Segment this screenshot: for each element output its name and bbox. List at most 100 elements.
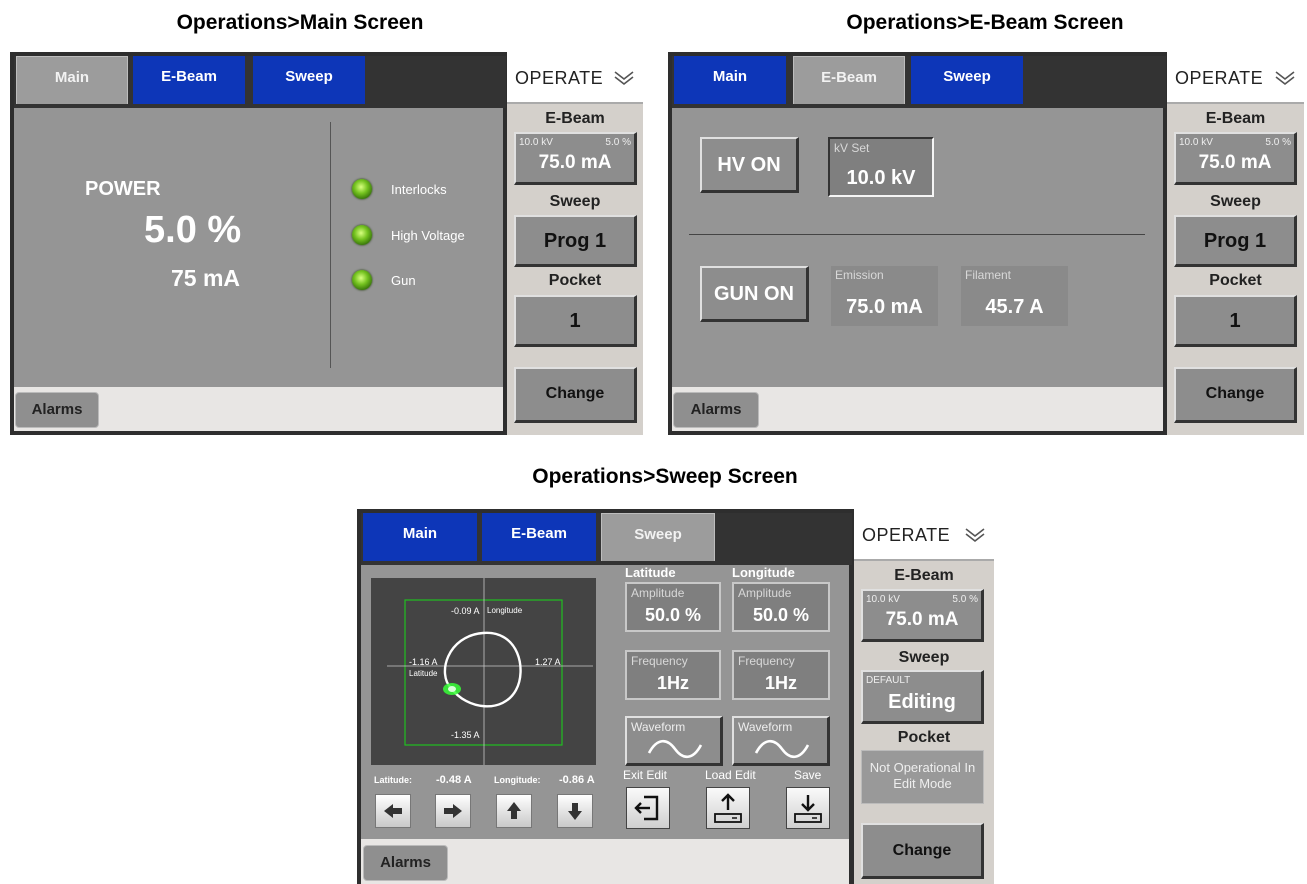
hv-on-button[interactable]: HV ON	[700, 137, 799, 193]
arrow-left-icon	[384, 804, 402, 818]
exit-edit-button[interactable]	[626, 787, 670, 829]
power-current: 75 mA	[171, 265, 241, 291]
ebeam-screen-panel: Main E-Beam Sweep HV ON kV Set 10.0 kV G…	[668, 52, 1304, 435]
tab-ebeam[interactable]: E-Beam	[793, 56, 905, 104]
load-edit-label: Load Edit	[705, 768, 756, 782]
kv-set-field[interactable]: kV Set 10.0 kV	[828, 137, 934, 197]
save-button[interactable]	[786, 787, 830, 829]
sweep-program-value: Prog 1	[1203, 230, 1267, 252]
latitude-amplitude-value: 50.0 %	[644, 605, 702, 625]
caption-sweep-screen: Operations>Sweep Screen	[532, 465, 798, 488]
change-label: Change	[892, 842, 952, 859]
sweep-screen-panel: Main E-Beam Sweep -0.09 A Longitude -1.1…	[357, 509, 994, 884]
kv-readout: 10.0 kV	[1179, 137, 1213, 148]
operate-menu[interactable]: OPERATE	[1167, 52, 1304, 104]
save-label: Save	[794, 768, 822, 782]
latitude-frequency-field[interactable]: Frequency 1Hz	[625, 650, 721, 700]
gun-label: Gun	[391, 273, 416, 288]
latitude-readout-label: Latitude:	[374, 775, 412, 785]
filament-readout-box: Filament 45.7 A	[961, 266, 1068, 326]
percent-readout: 5.0 %	[952, 594, 978, 605]
tab-sweep[interactable]: Sweep	[253, 56, 365, 104]
chevron-down-icon	[1275, 71, 1295, 86]
longitude-header: Longitude	[732, 565, 795, 580]
divider	[330, 122, 331, 368]
down-arrow-button[interactable]	[557, 794, 593, 828]
sweep-default-label: DEFAULT	[866, 675, 911, 686]
change-button[interactable]: Change	[861, 823, 984, 879]
latitude-amplitude-field[interactable]: Amplitude 50.0 %	[625, 582, 721, 632]
hv-on-label: HV ON	[717, 154, 781, 176]
ebeam-status-button[interactable]: 10.0 kV 5.0 % 75.0 mA	[514, 132, 637, 185]
percent-readout: 5.0 %	[1265, 137, 1291, 148]
tab-main[interactable]: Main	[16, 56, 128, 104]
power-percent: 5.0 %	[144, 209, 242, 251]
kv-readout: 10.0 kV	[519, 137, 553, 148]
alarms-button[interactable]: Alarms	[15, 392, 99, 428]
change-label: Change	[545, 385, 605, 402]
load-edit-button[interactable]	[706, 787, 750, 829]
sine-wave-icon	[647, 739, 703, 759]
tab-main[interactable]: Main	[363, 513, 477, 561]
change-button[interactable]: Change	[514, 367, 637, 423]
longitude-amplitude-field[interactable]: Amplitude 50.0 %	[732, 582, 830, 632]
emission-readout: 75.0 mA	[538, 152, 612, 173]
pocket-value: 1	[1229, 310, 1241, 332]
latitude-frequency-value: 1Hz	[656, 673, 689, 693]
right-arrow-button[interactable]	[435, 794, 471, 828]
pocket-button[interactable]: 1	[1174, 295, 1297, 347]
ebeam-content: HV ON kV Set 10.0 kV GUN ON Emission 75.…	[672, 108, 1163, 387]
chevron-down-icon	[965, 528, 985, 543]
plot-bottom-label: -1.35 A	[451, 730, 480, 740]
tab-ebeam[interactable]: E-Beam	[482, 513, 596, 561]
filament-value: 45.7 A	[985, 296, 1044, 318]
pocket-note: Not Operational In Edit Mode	[869, 760, 976, 791]
tab-ebeam[interactable]: E-Beam	[133, 56, 245, 104]
operate-menu[interactable]: OPERATE	[507, 52, 643, 104]
pocket-not-operational-box: Not Operational In Edit Mode	[861, 750, 984, 804]
waveform-label: Waveform	[631, 720, 686, 734]
longitude-readout-label: Longitude:	[494, 775, 541, 785]
operate-sidebar: OPERATE E-Beam 10.0 kV 5.0 % 75.0 mA Swe…	[507, 52, 643, 435]
amplitude-label: Amplitude	[738, 586, 792, 600]
operate-label: OPERATE	[1175, 68, 1264, 88]
ebeam-label: E-Beam	[1205, 110, 1266, 127]
sweep-program-button[interactable]: DEFAULT Editing	[861, 670, 984, 724]
exit-icon	[634, 795, 659, 821]
plot-top-label: -0.09 A	[451, 606, 480, 616]
longitude-amplitude-value: 50.0 %	[752, 605, 810, 625]
tab-sweep[interactable]: Sweep	[601, 513, 715, 561]
gun-led-icon	[352, 270, 372, 290]
plot-left-label: -1.16 A	[409, 657, 438, 667]
tab-sweep[interactable]: Sweep	[911, 56, 1023, 104]
ebeam-status-button[interactable]: 10.0 kV 5.0 % 75.0 mA	[861, 589, 984, 642]
sweep-label: Sweep	[898, 649, 950, 666]
plot-latitude-label: Latitude	[409, 669, 438, 678]
emission-readout-box: Emission 75.0 mA	[831, 266, 938, 326]
latitude-waveform-button[interactable]: Waveform	[625, 716, 723, 766]
emission-value: 75.0 mA	[846, 296, 923, 318]
change-button[interactable]: Change	[1174, 367, 1297, 423]
left-arrow-button[interactable]	[375, 794, 411, 828]
alarms-button[interactable]: Alarms	[363, 845, 448, 881]
up-arrow-button[interactable]	[496, 794, 532, 828]
longitude-frequency-field[interactable]: Frequency 1Hz	[732, 650, 830, 700]
pocket-button[interactable]: 1	[514, 295, 637, 347]
alarms-button[interactable]: Alarms	[673, 392, 759, 428]
sweep-program-button[interactable]: Prog 1	[514, 215, 637, 267]
ebeam-status-button[interactable]: 10.0 kV 5.0 % 75.0 mA	[1174, 132, 1297, 185]
operate-menu[interactable]: OPERATE	[854, 509, 994, 561]
gun-on-button[interactable]: GUN ON	[700, 266, 809, 322]
gun-on-label: GUN ON	[714, 283, 794, 305]
ebeam-label: E-Beam	[894, 567, 954, 584]
emission-readout: 75.0 mA	[885, 609, 959, 630]
tab-main[interactable]: Main	[674, 56, 786, 104]
arrow-down-icon	[568, 803, 582, 820]
frequency-label: Frequency	[738, 654, 795, 668]
longitude-frequency-value: 1Hz	[764, 673, 797, 693]
longitude-waveform-button[interactable]: Waveform	[732, 716, 830, 766]
download-tray-icon	[794, 795, 822, 823]
sweep-program-button[interactable]: Prog 1	[1174, 215, 1297, 267]
change-label: Change	[1205, 385, 1265, 402]
operate-label: OPERATE	[862, 525, 951, 545]
